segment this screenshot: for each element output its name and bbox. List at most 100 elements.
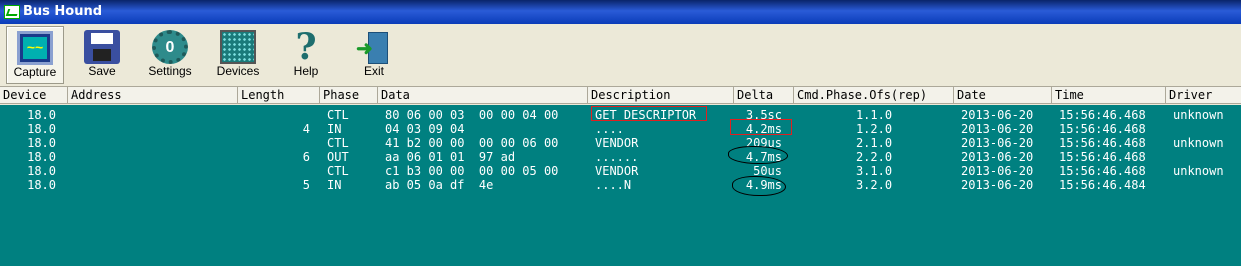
cell-device: 18.0 (27, 122, 56, 136)
cell-device: 18.0 (27, 178, 56, 192)
cell-cmd-phase-ofs: 2.1.0 (855, 136, 893, 150)
cell-address (71, 178, 231, 192)
cell-time: 15:56:46.468 (1059, 136, 1146, 150)
cell-date: 2013-06-20 (961, 108, 1034, 122)
cell-data: c1 b3 00 00 00 00 05 00 (385, 164, 559, 178)
column-header-address[interactable]: Address (68, 87, 238, 104)
cell-device: 18.0 (27, 136, 56, 150)
cell-date: 2013-06-20 (961, 150, 1034, 164)
cell-data: ab 05 0a df 4e (385, 178, 494, 192)
cell-driver (1173, 150, 1239, 164)
settings-label: Settings (148, 64, 192, 78)
column-header-date[interactable]: Date (954, 87, 1052, 104)
annotation-red-box-description (591, 106, 707, 121)
cell-driver (1173, 122, 1239, 136)
column-header-data[interactable]: Data (378, 87, 588, 104)
cell-description: VENDOR (595, 164, 639, 178)
cell-phase: IN (327, 122, 342, 136)
devices-label: Devices (216, 64, 260, 78)
cell-phase: CTL (327, 164, 349, 178)
cell-data: 04 03 09 04 (385, 122, 465, 136)
cell-length (238, 108, 310, 122)
help-label: Help (293, 64, 319, 78)
table-row[interactable]: 18.0 6 OUT aa 06 01 01 97 ad ...... 4.7m… (0, 150, 1241, 164)
column-header-description[interactable]: Description (588, 87, 734, 104)
table-row[interactable]: 18.0 CTL 41 b2 00 00 00 00 06 00 VENDOR … (0, 136, 1241, 150)
toolbar: Capture Save Settings Devices ? Help Exi… (0, 24, 1241, 87)
cell-cmd-phase-ofs: 1.1.0 (855, 108, 893, 122)
cell-length: 6 (302, 150, 310, 164)
cell-data: aa 06 01 01 97 ad (385, 150, 516, 164)
cell-cmd-phase-ofs: 3.1.0 (855, 164, 893, 178)
cell-cmd-phase-ofs: 1.2.0 (855, 122, 893, 136)
help-button[interactable]: ? Help (278, 26, 334, 82)
cell-driver (1173, 178, 1239, 192)
cell-length (238, 164, 310, 178)
cell-device: 18.0 (27, 164, 56, 178)
capture-button[interactable]: Capture (6, 26, 64, 84)
column-header-delta[interactable]: Delta (734, 87, 794, 104)
save-label: Save (88, 64, 116, 78)
annotation-scribble-delta (728, 146, 788, 164)
cell-cmd-phase-ofs: 3.2.0 (855, 178, 893, 192)
table-row[interactable]: 18.0 4 IN 04 03 09 04 .... 4.2ms 1.2.0 2… (0, 122, 1241, 136)
cell-data: 41 b2 00 00 00 00 06 00 (385, 136, 559, 150)
column-header-length[interactable]: Length (238, 87, 320, 104)
capture-table: Device Address Length Phase Data Descrip… (0, 87, 1241, 266)
capture-icon (17, 31, 53, 65)
column-header-phase[interactable]: Phase (320, 87, 378, 104)
cell-driver: unknown (1173, 164, 1224, 178)
title-bar: Bus Hound (0, 0, 1241, 24)
cell-device: 18.0 (27, 108, 56, 122)
cell-time: 15:56:46.468 (1059, 150, 1146, 164)
cell-description: ...... (595, 150, 639, 164)
capture-label: Capture (13, 65, 57, 79)
cell-length: 5 (302, 178, 310, 192)
table-row[interactable]: 18.0 CTL c1 b3 00 00 00 00 05 00 VENDOR … (0, 164, 1241, 178)
cell-address (71, 122, 231, 136)
annotation-scribble-delta (732, 176, 786, 196)
cell-driver: unknown (1173, 136, 1224, 150)
cell-date: 2013-06-20 (961, 136, 1034, 150)
column-header-driver[interactable]: Driver (1166, 87, 1241, 104)
cell-phase: OUT (327, 150, 349, 164)
settings-icon (152, 30, 188, 64)
cell-phase: IN (327, 178, 342, 192)
annotation-red-box-delta (730, 119, 792, 135)
cell-description: VENDOR (595, 136, 639, 150)
exit-label: Exit (363, 64, 384, 78)
table-header: Device Address Length Phase Data Descrip… (0, 87, 1241, 105)
devices-icon (220, 30, 256, 64)
cell-description: ....N (595, 178, 632, 192)
column-header-cmd-phase-ofs[interactable]: Cmd.Phase.Ofs(rep) (794, 87, 954, 104)
settings-button[interactable]: Settings (140, 26, 200, 82)
app-icon (4, 5, 20, 19)
cell-address (71, 150, 231, 164)
cell-address (71, 136, 231, 150)
devices-button[interactable]: Devices (208, 26, 268, 82)
cell-time: 15:56:46.468 (1059, 122, 1146, 136)
table-row[interactable]: 18.0 5 IN ab 05 0a df 4e ....N 4.9ms 3.2… (0, 178, 1241, 192)
cell-time: 15:56:46.468 (1059, 108, 1146, 122)
cell-time: 15:56:46.468 (1059, 164, 1146, 178)
window-title: Bus Hound (23, 4, 103, 19)
save-button[interactable]: Save (74, 26, 130, 82)
column-header-time[interactable]: Time (1052, 87, 1166, 104)
save-icon (84, 30, 120, 64)
cell-length: 4 (302, 122, 310, 136)
cell-cmd-phase-ofs: 2.2.0 (855, 150, 893, 164)
help-icon: ? (295, 26, 317, 68)
exit-button[interactable]: Exit (346, 26, 402, 82)
cell-phase: CTL (327, 136, 349, 150)
cell-time: 15:56:46.484 (1059, 178, 1146, 192)
exit-icon (356, 30, 392, 64)
cell-driver: unknown (1173, 108, 1224, 122)
cell-date: 2013-06-20 (961, 122, 1034, 136)
cell-address (71, 108, 231, 122)
cell-date: 2013-06-20 (961, 178, 1034, 192)
cell-length (238, 136, 310, 150)
column-header-device[interactable]: Device (0, 87, 68, 104)
cell-description: .... (595, 122, 624, 136)
cell-address (71, 164, 231, 178)
cell-phase: CTL (327, 108, 349, 122)
